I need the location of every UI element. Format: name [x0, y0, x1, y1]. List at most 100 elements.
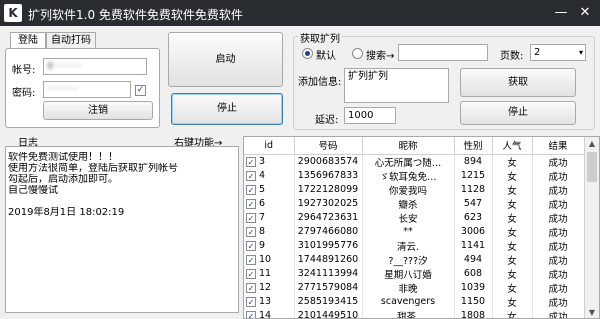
tab-auto-captcha[interactable]: 自动打码 — [46, 32, 96, 48]
row-id-cell: ✓ 3 — [244, 154, 295, 169]
row-id: 12 — [259, 282, 272, 293]
row-id-cell: ✓ 11 — [244, 266, 295, 281]
table-scrollbar[interactable]: ▲ ▼ — [584, 137, 599, 318]
table-row[interactable]: ✓ 13 2585193415 scavengers 1150 女成功 — [244, 294, 585, 309]
fetch-group-title: 获取扩列 — [298, 30, 342, 45]
row-number: 2585193415 — [294, 294, 363, 309]
row-id-cell: ✓ 7 — [244, 210, 295, 225]
row-gender-2: 女 — [492, 280, 533, 295]
mode-search-radio[interactable] — [352, 48, 363, 59]
column-header-gender[interactable]: 性别 — [454, 137, 493, 155]
row-gender-2: 女 — [492, 308, 533, 318]
mode-search-label: 搜索→ — [366, 51, 395, 62]
add-info-textarea[interactable]: 扩列扩列 — [344, 68, 449, 103]
row-result: 成功 — [532, 168, 585, 183]
search-input[interactable] — [398, 44, 488, 61]
row-result: 成功 — [532, 266, 585, 281]
row-id: 4 — [259, 170, 266, 181]
row-gender-1: 494 — [454, 252, 493, 267]
row-gender-2: 女 — [492, 224, 533, 239]
add-info-label: 添加信息: — [298, 77, 342, 88]
row-nickname: ゞ软耳兔免… — [362, 168, 455, 183]
results-table[interactable]: id 号码 昵称 性别 人气 结果 ✓ 3 2900683574 心无所属つ随… 894… — [243, 136, 600, 319]
table-row[interactable]: ✓ 11 3241113994 星期八订婚 608 女成功 — [244, 266, 585, 281]
table-row[interactable]: ✓ 7 2964723631 长安 623 女成功 — [244, 210, 585, 225]
row-checkbox[interactable]: ✓ — [246, 254, 256, 265]
table-row[interactable]: ✓ 12 2771579084 非晚 1039 女成功 — [244, 280, 585, 295]
row-nickname: ?__???汐 — [362, 252, 455, 267]
delay-input[interactable]: 1000 — [344, 107, 396, 124]
row-id-cell: ✓ 10 — [244, 252, 295, 267]
row-checkbox[interactable]: ✓ — [246, 170, 256, 181]
row-nickname: 你爱我吗 — [362, 182, 455, 197]
scroll-down-icon[interactable]: ▼ — [587, 308, 597, 318]
row-id-cell: ✓ 14 — [244, 308, 295, 318]
row-gender-1: 3006 — [454, 224, 493, 239]
row-number: 2797466080 — [294, 224, 363, 239]
password-input[interactable]: ·········· — [43, 81, 131, 98]
row-number: 3101995776 — [294, 238, 363, 253]
row-nickname: 星期八订婚 — [362, 266, 455, 281]
table-row[interactable]: ✓ 14 2101449510 甜茶. 1808 女成功 — [244, 308, 585, 318]
row-checkbox[interactable]: ✓ — [246, 226, 256, 237]
table-row[interactable]: ✓ 4 1356967833 ゞ软耳兔免… 1215 女成功 — [244, 168, 585, 183]
row-checkbox[interactable]: ✓ — [246, 310, 256, 318]
fetch-stop-button[interactable]: 停止 — [460, 101, 576, 125]
tab-login[interactable]: 登陆 — [10, 32, 46, 48]
row-gender-1: 608 — [454, 266, 493, 281]
column-header-id[interactable]: id — [244, 137, 295, 155]
column-header-result[interactable]: 结果 — [532, 137, 585, 155]
log-line: 勾起后，启动添加即可。 — [8, 174, 118, 185]
row-gender-1: 894 — [454, 154, 493, 169]
row-id-cell: ✓ 6 — [244, 196, 295, 211]
page-select[interactable]: 2 ▾ — [530, 44, 586, 61]
log-line: 自己慢慢试 — [8, 185, 58, 196]
app-window: K 扩列软件1.0 免费软件免费软件免费软件 — ✕ 登陆 自动打码 帐号: 8… — [0, 0, 600, 319]
row-checkbox[interactable]: ✓ — [246, 156, 256, 167]
row-checkbox[interactable]: ✓ — [246, 212, 256, 223]
row-checkbox[interactable]: ✓ — [246, 296, 256, 307]
fetch-button[interactable]: 获取 — [460, 68, 576, 97]
mode-default-radio[interactable] — [302, 48, 313, 59]
delay-label: 延迟: — [315, 115, 339, 126]
column-header-popularity[interactable]: 人气 — [492, 137, 533, 155]
logout-button[interactable]: 注销 — [43, 101, 153, 120]
row-checkbox[interactable]: ✓ — [246, 198, 256, 209]
row-gender-1: 547 — [454, 196, 493, 211]
log-textarea[interactable]: 软件免费测试使用！！！ 使用方法很简单，登陆后获取扩列帐号 勾起后，启动添加即可… — [5, 146, 239, 313]
row-checkbox[interactable]: ✓ — [246, 184, 256, 195]
minimize-button[interactable]: — — [550, 3, 572, 23]
column-header-nickname[interactable]: 昵称 — [362, 137, 455, 155]
close-button[interactable]: ✕ — [574, 3, 596, 23]
table-row[interactable]: ✓ 8 2797466080 ** 3006 女成功 — [244, 224, 585, 239]
row-gender-1: 1128 — [454, 182, 493, 197]
table-row[interactable]: ✓ 5 1722128099 你爱我吗 1128 女成功 — [244, 182, 585, 197]
stop-button[interactable]: 停止 — [171, 93, 283, 125]
row-id: 5 — [259, 184, 266, 195]
row-nickname: 非晚 — [362, 280, 455, 295]
row-checkbox[interactable]: ✓ — [246, 240, 256, 251]
row-result: 成功 — [532, 182, 585, 197]
row-gender-2: 女 — [492, 182, 533, 197]
table-row[interactable]: ✓ 6 1927302025 瓣杀 547 女成功 — [244, 196, 585, 211]
table-row[interactable]: ✓ 3 2900683574 心无所属つ随… 894 女成功 — [244, 154, 585, 169]
remember-checkbox[interactable]: ✓ — [135, 85, 146, 96]
row-number: 1744891260 — [294, 252, 363, 267]
row-id: 7 — [259, 212, 266, 223]
column-header-number[interactable]: 号码 — [294, 137, 363, 155]
scroll-up-icon[interactable]: ▲ — [587, 139, 597, 149]
table-row[interactable]: ✓ 9 3101995776 清云. 1141 女成功 — [244, 238, 585, 253]
row-gender-1: 623 — [454, 210, 493, 225]
password-label: 密码: — [12, 88, 36, 99]
account-input[interactable]: 8········· — [43, 58, 147, 75]
row-result: 成功 — [532, 280, 585, 295]
start-button[interactable]: 启动 — [168, 32, 283, 87]
table-row[interactable]: ✓ 10 1744891260 ?__???汐 494 女成功 — [244, 252, 585, 267]
row-checkbox[interactable]: ✓ — [246, 282, 256, 293]
row-checkbox[interactable]: ✓ — [246, 268, 256, 279]
row-id: 13 — [259, 296, 272, 307]
scroll-thumb[interactable] — [587, 152, 597, 182]
row-id-cell: ✓ 4 — [244, 168, 295, 183]
row-id: 9 — [259, 240, 266, 251]
